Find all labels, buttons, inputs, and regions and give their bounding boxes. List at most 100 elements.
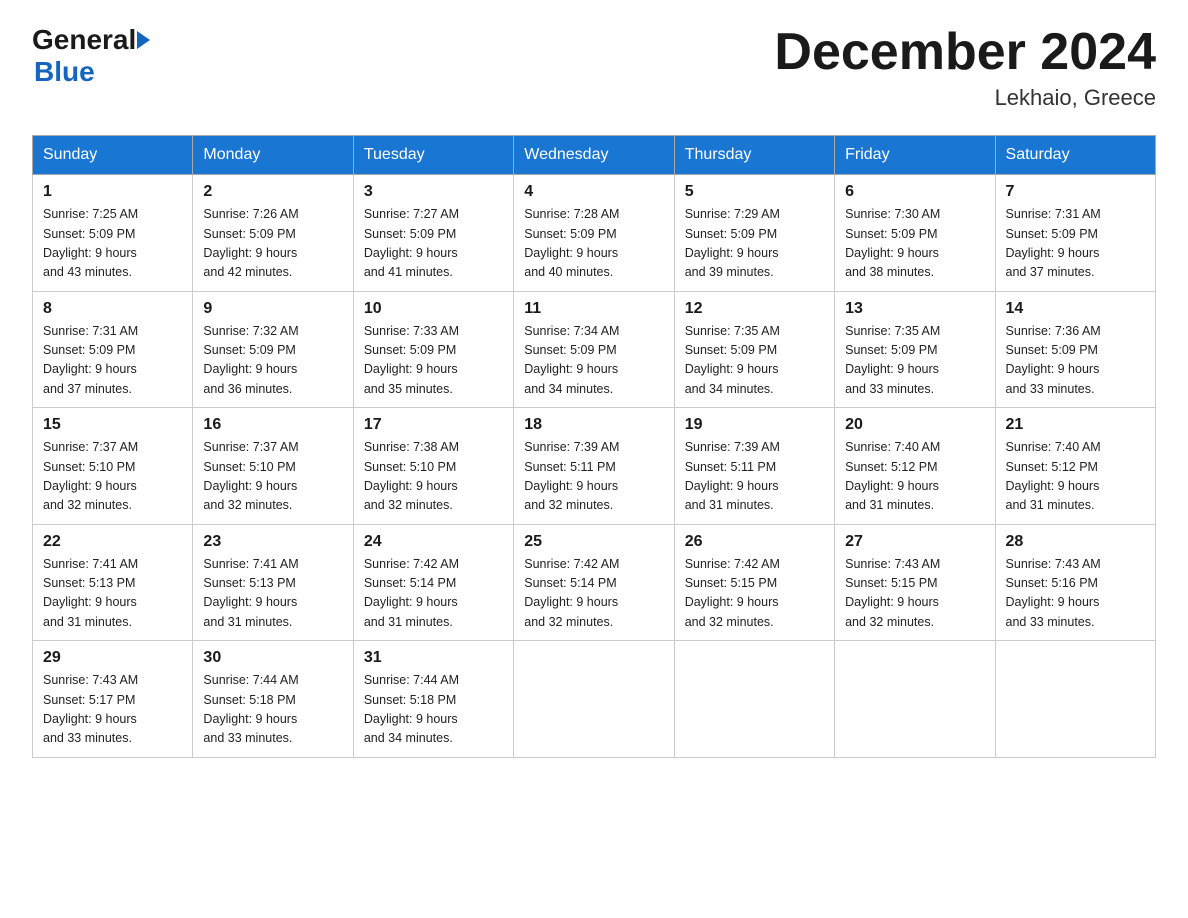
table-cell: 17 Sunrise: 7:38 AMSunset: 5:10 PMDaylig… bbox=[353, 408, 513, 525]
table-cell: 4 Sunrise: 7:28 AMSunset: 5:09 PMDayligh… bbox=[514, 175, 674, 292]
day-number: 6 bbox=[845, 183, 984, 201]
day-info: Sunrise: 7:39 AMSunset: 5:11 PMDaylight:… bbox=[685, 438, 824, 516]
day-info: Sunrise: 7:34 AMSunset: 5:09 PMDaylight:… bbox=[524, 322, 663, 400]
day-info: Sunrise: 7:41 AMSunset: 5:13 PMDaylight:… bbox=[43, 555, 182, 633]
col-wednesday: Wednesday bbox=[514, 136, 674, 175]
day-info: Sunrise: 7:44 AMSunset: 5:18 PMDaylight:… bbox=[203, 671, 342, 749]
day-number: 15 bbox=[43, 416, 182, 434]
table-cell: 14 Sunrise: 7:36 AMSunset: 5:09 PMDaylig… bbox=[995, 291, 1155, 408]
day-number: 12 bbox=[685, 300, 824, 318]
day-number: 11 bbox=[524, 300, 663, 318]
table-cell: 19 Sunrise: 7:39 AMSunset: 5:11 PMDaylig… bbox=[674, 408, 834, 525]
day-info: Sunrise: 7:31 AMSunset: 5:09 PMDaylight:… bbox=[43, 322, 182, 400]
table-cell: 6 Sunrise: 7:30 AMSunset: 5:09 PMDayligh… bbox=[835, 175, 995, 292]
day-info: Sunrise: 7:39 AMSunset: 5:11 PMDaylight:… bbox=[524, 438, 663, 516]
day-number: 10 bbox=[364, 300, 503, 318]
day-info: Sunrise: 7:37 AMSunset: 5:10 PMDaylight:… bbox=[43, 438, 182, 516]
day-number: 24 bbox=[364, 533, 503, 551]
day-info: Sunrise: 7:43 AMSunset: 5:16 PMDaylight:… bbox=[1006, 555, 1145, 633]
day-number: 1 bbox=[43, 183, 182, 201]
day-number: 21 bbox=[1006, 416, 1145, 434]
month-title: December 2024 bbox=[774, 24, 1156, 81]
table-cell: 15 Sunrise: 7:37 AMSunset: 5:10 PMDaylig… bbox=[33, 408, 193, 525]
week-row-5: 29 Sunrise: 7:43 AMSunset: 5:17 PMDaylig… bbox=[33, 641, 1156, 758]
table-cell: 9 Sunrise: 7:32 AMSunset: 5:09 PMDayligh… bbox=[193, 291, 353, 408]
day-info: Sunrise: 7:30 AMSunset: 5:09 PMDaylight:… bbox=[845, 205, 984, 283]
day-number: 30 bbox=[203, 649, 342, 667]
table-cell: 7 Sunrise: 7:31 AMSunset: 5:09 PMDayligh… bbox=[995, 175, 1155, 292]
table-cell: 5 Sunrise: 7:29 AMSunset: 5:09 PMDayligh… bbox=[674, 175, 834, 292]
day-info: Sunrise: 7:42 AMSunset: 5:14 PMDaylight:… bbox=[364, 555, 503, 633]
table-cell: 31 Sunrise: 7:44 AMSunset: 5:18 PMDaylig… bbox=[353, 641, 513, 758]
day-info: Sunrise: 7:28 AMSunset: 5:09 PMDaylight:… bbox=[524, 205, 663, 283]
day-info: Sunrise: 7:25 AMSunset: 5:09 PMDaylight:… bbox=[43, 205, 182, 283]
day-number: 28 bbox=[1006, 533, 1145, 551]
day-info: Sunrise: 7:32 AMSunset: 5:09 PMDaylight:… bbox=[203, 322, 342, 400]
col-tuesday: Tuesday bbox=[353, 136, 513, 175]
day-number: 29 bbox=[43, 649, 182, 667]
day-info: Sunrise: 7:40 AMSunset: 5:12 PMDaylight:… bbox=[845, 438, 984, 516]
day-info: Sunrise: 7:35 AMSunset: 5:09 PMDaylight:… bbox=[845, 322, 984, 400]
day-number: 9 bbox=[203, 300, 342, 318]
table-cell: 26 Sunrise: 7:42 AMSunset: 5:15 PMDaylig… bbox=[674, 524, 834, 641]
day-info: Sunrise: 7:26 AMSunset: 5:09 PMDaylight:… bbox=[203, 205, 342, 283]
table-cell: 18 Sunrise: 7:39 AMSunset: 5:11 PMDaylig… bbox=[514, 408, 674, 525]
day-info: Sunrise: 7:40 AMSunset: 5:12 PMDaylight:… bbox=[1006, 438, 1145, 516]
logo-blue-text: Blue bbox=[34, 56, 95, 87]
day-number: 8 bbox=[43, 300, 182, 318]
table-cell bbox=[674, 641, 834, 758]
day-info: Sunrise: 7:38 AMSunset: 5:10 PMDaylight:… bbox=[364, 438, 503, 516]
col-sunday: Sunday bbox=[33, 136, 193, 175]
week-row-2: 8 Sunrise: 7:31 AMSunset: 5:09 PMDayligh… bbox=[33, 291, 1156, 408]
col-friday: Friday bbox=[835, 136, 995, 175]
logo-triangle-icon bbox=[137, 31, 150, 49]
day-number: 31 bbox=[364, 649, 503, 667]
logo: General Blue bbox=[32, 24, 152, 88]
table-cell: 23 Sunrise: 7:41 AMSunset: 5:13 PMDaylig… bbox=[193, 524, 353, 641]
day-info: Sunrise: 7:31 AMSunset: 5:09 PMDaylight:… bbox=[1006, 205, 1145, 283]
day-number: 5 bbox=[685, 183, 824, 201]
week-row-3: 15 Sunrise: 7:37 AMSunset: 5:10 PMDaylig… bbox=[33, 408, 1156, 525]
table-cell: 29 Sunrise: 7:43 AMSunset: 5:17 PMDaylig… bbox=[33, 641, 193, 758]
col-thursday: Thursday bbox=[674, 136, 834, 175]
day-number: 2 bbox=[203, 183, 342, 201]
table-cell: 30 Sunrise: 7:44 AMSunset: 5:18 PMDaylig… bbox=[193, 641, 353, 758]
table-cell: 27 Sunrise: 7:43 AMSunset: 5:15 PMDaylig… bbox=[835, 524, 995, 641]
table-cell: 3 Sunrise: 7:27 AMSunset: 5:09 PMDayligh… bbox=[353, 175, 513, 292]
table-cell: 12 Sunrise: 7:35 AMSunset: 5:09 PMDaylig… bbox=[674, 291, 834, 408]
table-cell: 2 Sunrise: 7:26 AMSunset: 5:09 PMDayligh… bbox=[193, 175, 353, 292]
day-number: 22 bbox=[43, 533, 182, 551]
day-info: Sunrise: 7:43 AMSunset: 5:15 PMDaylight:… bbox=[845, 555, 984, 633]
day-info: Sunrise: 7:29 AMSunset: 5:09 PMDaylight:… bbox=[685, 205, 824, 283]
day-info: Sunrise: 7:33 AMSunset: 5:09 PMDaylight:… bbox=[364, 322, 503, 400]
day-number: 18 bbox=[524, 416, 663, 434]
week-row-1: 1 Sunrise: 7:25 AMSunset: 5:09 PMDayligh… bbox=[33, 175, 1156, 292]
table-cell bbox=[995, 641, 1155, 758]
page-header: General Blue December 2024 Lekhaio, Gree… bbox=[32, 24, 1156, 111]
day-number: 14 bbox=[1006, 300, 1145, 318]
table-cell: 8 Sunrise: 7:31 AMSunset: 5:09 PMDayligh… bbox=[33, 291, 193, 408]
table-cell: 20 Sunrise: 7:40 AMSunset: 5:12 PMDaylig… bbox=[835, 408, 995, 525]
day-info: Sunrise: 7:41 AMSunset: 5:13 PMDaylight:… bbox=[203, 555, 342, 633]
table-cell: 10 Sunrise: 7:33 AMSunset: 5:09 PMDaylig… bbox=[353, 291, 513, 408]
table-cell bbox=[835, 641, 995, 758]
day-number: 3 bbox=[364, 183, 503, 201]
day-number: 7 bbox=[1006, 183, 1145, 201]
table-cell: 16 Sunrise: 7:37 AMSunset: 5:10 PMDaylig… bbox=[193, 408, 353, 525]
day-number: 27 bbox=[845, 533, 984, 551]
day-info: Sunrise: 7:42 AMSunset: 5:14 PMDaylight:… bbox=[524, 555, 663, 633]
day-info: Sunrise: 7:27 AMSunset: 5:09 PMDaylight:… bbox=[364, 205, 503, 283]
day-number: 26 bbox=[685, 533, 824, 551]
table-cell: 22 Sunrise: 7:41 AMSunset: 5:13 PMDaylig… bbox=[33, 524, 193, 641]
day-number: 4 bbox=[524, 183, 663, 201]
day-info: Sunrise: 7:35 AMSunset: 5:09 PMDaylight:… bbox=[685, 322, 824, 400]
day-number: 20 bbox=[845, 416, 984, 434]
table-cell: 13 Sunrise: 7:35 AMSunset: 5:09 PMDaylig… bbox=[835, 291, 995, 408]
day-number: 19 bbox=[685, 416, 824, 434]
day-number: 13 bbox=[845, 300, 984, 318]
table-cell: 25 Sunrise: 7:42 AMSunset: 5:14 PMDaylig… bbox=[514, 524, 674, 641]
calendar-header-row: Sunday Monday Tuesday Wednesday Thursday… bbox=[33, 136, 1156, 175]
day-info: Sunrise: 7:44 AMSunset: 5:18 PMDaylight:… bbox=[364, 671, 503, 749]
day-number: 17 bbox=[364, 416, 503, 434]
day-number: 16 bbox=[203, 416, 342, 434]
